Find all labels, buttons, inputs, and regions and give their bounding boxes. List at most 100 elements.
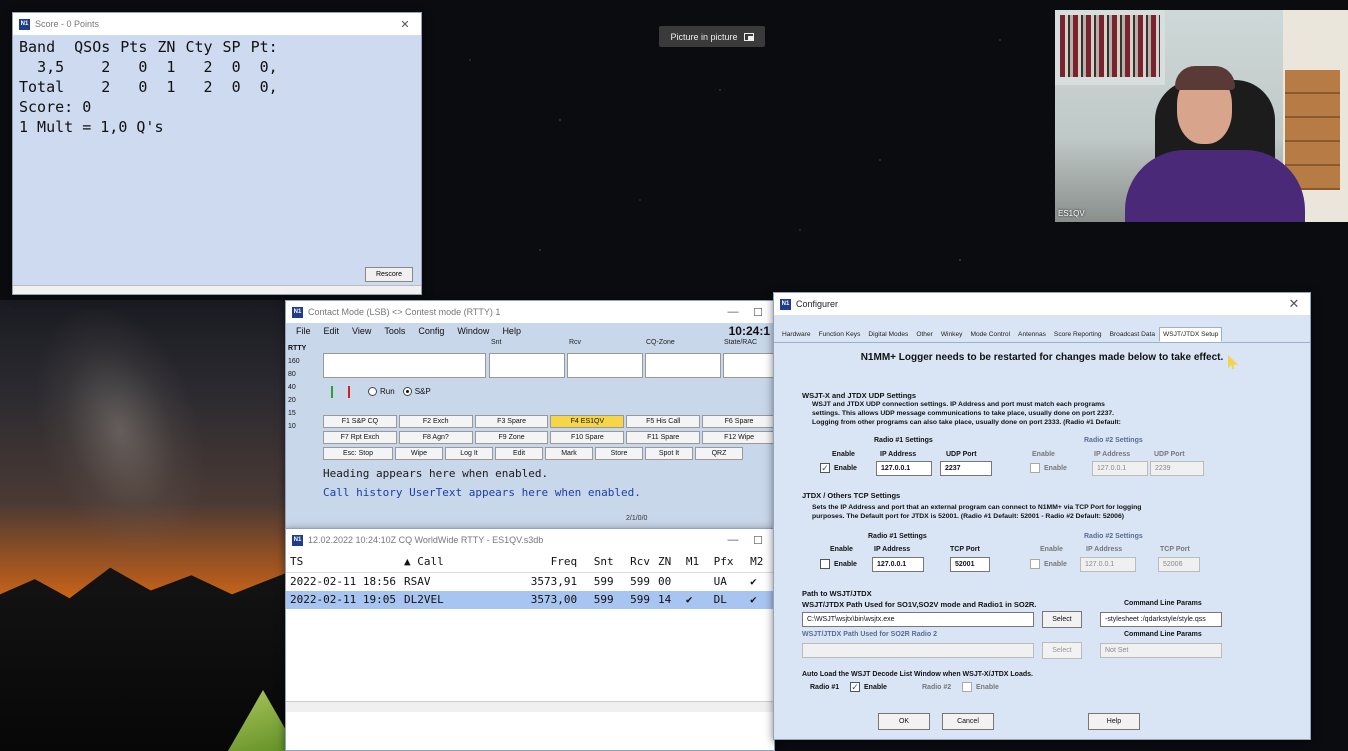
log-it-button[interactable]: Log It <box>445 447 493 460</box>
spot-it-button[interactable]: Spot It <box>645 447 693 460</box>
cell-call: RSAV <box>403 575 431 589</box>
band-80[interactable]: 80 <box>288 368 318 381</box>
tcp-r2-port-field[interactable]: 52006 <box>1158 557 1200 572</box>
run-radio[interactable]: Run <box>368 387 395 397</box>
edit-button[interactable]: Edit <box>495 447 543 460</box>
configurer-titlebar[interactable]: N1 Configurer ✕ <box>774 293 1310 315</box>
f6-button[interactable]: F6 Spare <box>702 415 774 428</box>
rescore-button[interactable]: Rescore <box>365 267 413 282</box>
close-icon[interactable]: ✕ <box>395 18 415 31</box>
tab-mode-control[interactable]: Mode Control <box>966 327 1014 342</box>
f4-button[interactable]: F4 ES1QV <box>550 415 625 428</box>
tcp-r1-port-field[interactable]: 52001 <box>950 557 990 572</box>
udp-r2-enable-checkbox[interactable] <box>1030 463 1040 473</box>
tcp-r2-ip-field[interactable]: 127.0.0.1 <box>1080 557 1136 572</box>
maximize-icon[interactable]: ☐ <box>748 534 768 547</box>
udp-r2-ip-field[interactable]: 127.0.0.1 <box>1092 461 1148 476</box>
tab-score-reporting[interactable]: Score Reporting <box>1050 327 1106 342</box>
col-freq[interactable]: Freq <box>509 551 582 573</box>
tab-hardware[interactable]: Hardware <box>778 327 815 342</box>
score-titlebar[interactable]: N1 Score - 0 Points ✕ <box>13 13 421 35</box>
band-160[interactable]: 160 <box>288 355 318 368</box>
udp-r1-ip-field[interactable]: 127.0.0.1 <box>876 461 932 476</box>
tab-other[interactable]: Other <box>912 327 937 342</box>
ok-button[interactable]: OK <box>878 713 930 730</box>
f9-button[interactable]: F9 Zone <box>474 431 549 444</box>
udp-r2-port-field[interactable]: 2239 <box>1150 461 1204 476</box>
f5-button[interactable]: F5 His Call <box>626 415 701 428</box>
qrz-button[interactable]: QRZ <box>695 447 743 460</box>
wipe-button[interactable]: Wipe <box>395 447 443 460</box>
tcp-desc-1: Sets the IP Address and port that an ext… <box>812 504 1142 511</box>
state-rac-input[interactable] <box>723 353 774 378</box>
band-10[interactable]: 10 <box>288 420 318 433</box>
log-scrollbar[interactable] <box>286 701 774 712</box>
band-20[interactable]: 20 <box>288 394 318 407</box>
sp-radio[interactable]: S&P <box>402 387 431 397</box>
tab-digital-modes[interactable]: Digital Modes <box>864 327 912 342</box>
cmd-params2-field[interactable]: Not Set <box>1100 643 1222 658</box>
tab-function-keys[interactable]: Function Keys <box>815 327 865 342</box>
snt-input[interactable] <box>489 353 565 378</box>
col-ts[interactable]: TS <box>286 551 400 573</box>
f8-button[interactable]: F8 Agn? <box>398 431 473 444</box>
minimize-icon[interactable]: — <box>723 306 743 318</box>
entry-titlebar[interactable]: N1 Contact Mode (LSB) <> Contest mode (R… <box>286 301 774 323</box>
menu-file[interactable]: File <box>296 326 311 336</box>
menu-view[interactable]: View <box>352 326 371 336</box>
help-button[interactable]: Help <box>1088 713 1140 730</box>
select-path-button[interactable]: Select <box>1042 611 1082 628</box>
tcp-r1-ip-field[interactable]: 127.0.0.1 <box>872 557 924 572</box>
col-call[interactable]: ▲ Call <box>399 551 510 573</box>
esc-stop-button[interactable]: Esc: Stop <box>323 447 393 460</box>
col-rcv[interactable]: Rcv <box>617 551 655 573</box>
f3-button[interactable]: F3 Spare <box>474 415 549 428</box>
autoload-r2-checkbox[interactable] <box>962 682 972 692</box>
table-row[interactable]: 2022-02-11 18:56 RSAV 3573,91 599 599 00… <box>286 573 774 591</box>
log-titlebar[interactable]: N1 12.02.2022 10:24:10Z CQ WorldWide RTT… <box>286 529 774 551</box>
cmd-params-field[interactable]: -stylesheet :/qdarkstyle/style.qss <box>1100 612 1222 627</box>
minimize-icon[interactable]: — <box>723 534 743 546</box>
f1-button[interactable]: F1 S&P CQ <box>323 415 397 428</box>
tab-winkey[interactable]: Winkey <box>937 327 967 342</box>
menu-config[interactable]: Config <box>418 326 444 336</box>
cancel-button[interactable]: Cancel <box>942 713 994 730</box>
wsjt-path2-field[interactable] <box>802 643 1034 658</box>
menu-edit[interactable]: Edit <box>324 326 340 336</box>
cq-zone-input[interactable] <box>645 353 721 378</box>
select-path2-button[interactable]: Select <box>1042 642 1082 659</box>
mark-button[interactable]: Mark <box>545 447 593 460</box>
store-button[interactable]: Store <box>595 447 643 460</box>
col-pfx[interactable]: Pfx <box>709 551 747 573</box>
udp-r1-enable-checkbox[interactable]: ✓ <box>820 463 830 473</box>
col-m2[interactable]: M2 <box>746 551 774 573</box>
rcv-input[interactable] <box>567 353 643 378</box>
menu-tools[interactable]: Tools <box>384 326 405 336</box>
col-zn[interactable]: ZN <box>654 551 682 573</box>
udp-r1-port-field[interactable]: 2237 <box>940 461 992 476</box>
close-icon[interactable]: ✕ <box>1284 296 1304 312</box>
menu-help[interactable]: Help <box>502 326 521 336</box>
tab-wsjt-jtdx-setup[interactable]: WSJT/JTDX Setup <box>1159 327 1223 342</box>
call-input[interactable] <box>323 353 486 378</box>
tab-broadcast-data[interactable]: Broadcast Data <box>1106 327 1159 342</box>
f11-button[interactable]: F11 Spare <box>626 431 701 444</box>
tcp-r1-enable-checkbox[interactable] <box>820 559 830 569</box>
maximize-icon[interactable]: ☐ <box>748 306 768 319</box>
col-m1[interactable]: M1 <box>681 551 710 573</box>
autoload-r1-checkbox[interactable]: ✓ <box>850 682 860 692</box>
score-scrollbar[interactable] <box>13 285 421 294</box>
band-40[interactable]: 40 <box>288 381 318 394</box>
menu-window[interactable]: Window <box>457 326 489 336</box>
tab-antennas[interactable]: Antennas <box>1014 327 1050 342</box>
f10-button[interactable]: F10 Spare <box>550 431 625 444</box>
wsjt-path-field[interactable]: C:\WSJT\wsjtx\bin\wsjtx.exe <box>802 612 1034 627</box>
tcp-r2-enable-checkbox[interactable] <box>1030 559 1040 569</box>
f12-button[interactable]: F12 Wipe <box>702 431 774 444</box>
f7-button[interactable]: F7 Rpt Exch <box>323 431 397 444</box>
col-snt[interactable]: Snt <box>581 551 618 573</box>
picture-in-picture-button[interactable]: Picture in picture <box>659 26 765 47</box>
f2-button[interactable]: F2 Exch <box>398 415 473 428</box>
table-row[interactable]: 2022-02-11 19:05 DL2VEL 3573,00 599 599 … <box>286 590 774 609</box>
band-15[interactable]: 15 <box>288 407 318 420</box>
